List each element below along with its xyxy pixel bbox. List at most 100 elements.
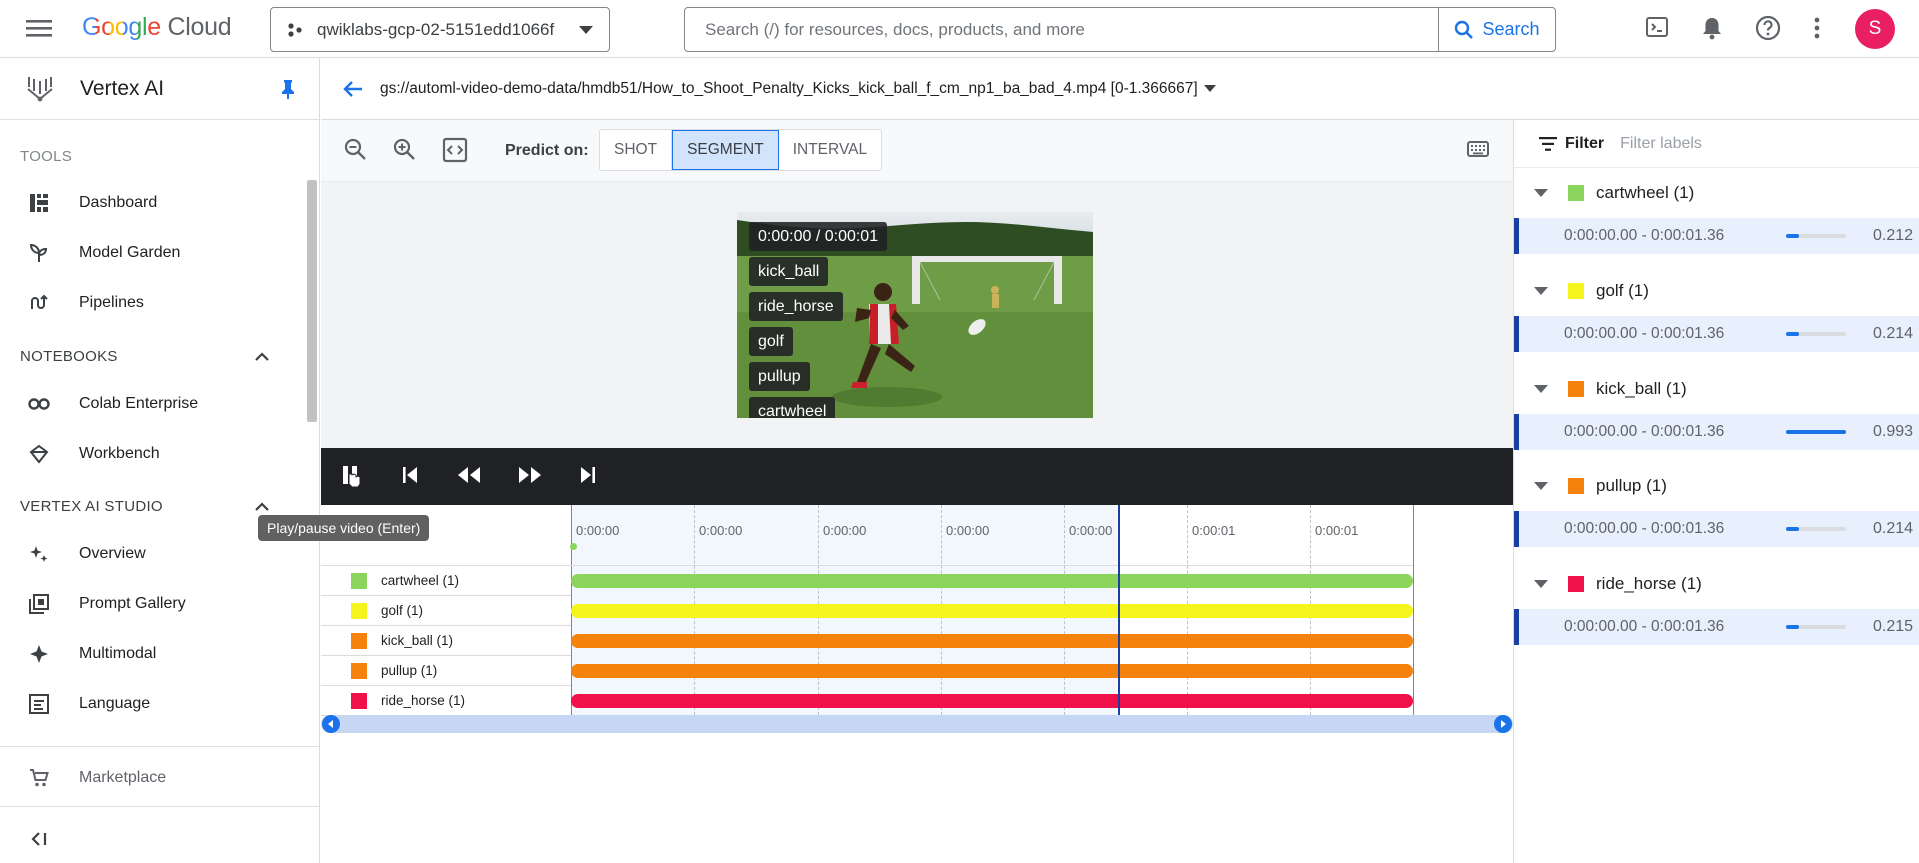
sidebar-item-colab-enterprise[interactable]: Colab Enterprise (0, 382, 300, 426)
expand-triangle-icon[interactable] (1534, 580, 1548, 588)
track-segment-bar[interactable] (571, 694, 1413, 708)
fast-forward-icon[interactable] (517, 464, 543, 486)
zoom-in-icon[interactable] (392, 137, 416, 161)
track-segment-bar[interactable] (571, 574, 1413, 588)
zoom-out-icon[interactable] (343, 137, 367, 161)
rewind-icon[interactable] (456, 464, 482, 486)
help-icon[interactable] (1755, 15, 1781, 41)
sidebar-item-label: Dashboard (79, 194, 158, 211)
label-group-header[interactable]: kick_ball (1) (1514, 364, 1919, 414)
confidence-score: 0.212 (1873, 227, 1914, 244)
collapse-sidebar-icon[interactable] (30, 831, 48, 847)
filter-labels-input[interactable]: Filter labels (1620, 135, 1702, 153)
timeline-tick: 0:00:01 (1315, 523, 1359, 538)
timeline-tick: 0:00:00 (699, 523, 743, 538)
confidence-score: 0.993 (1873, 423, 1914, 440)
search-input[interactable]: Search (/) for resources, docs, products… (685, 20, 1438, 40)
confidence-bar-fill (1786, 234, 1799, 238)
chevron-up-icon[interactable] (255, 502, 269, 511)
search-button[interactable]: Search (1438, 8, 1555, 51)
video-label-chip: golf (749, 327, 793, 356)
sidebar-item-pipelines[interactable]: Pipelines (0, 281, 300, 325)
video-label-chip: pullup (749, 362, 810, 391)
segment-row[interactable]: 0:00:00.00 - 0:00:01.36 0.993 (1514, 414, 1919, 450)
predict-interval-button[interactable]: INTERVAL (779, 130, 881, 170)
track-segment-bar[interactable] (571, 604, 1413, 618)
more-options-icon[interactable] (1812, 15, 1822, 41)
filter-icon[interactable] (1539, 136, 1557, 151)
expand-triangle-icon[interactable] (1534, 385, 1548, 393)
cart-icon (28, 767, 50, 789)
sidebar-item-workbench[interactable]: Workbench (0, 432, 300, 476)
scroll-left-icon[interactable] (322, 715, 340, 733)
skip-to-end-icon[interactable] (578, 464, 598, 486)
chevron-down-icon[interactable] (1203, 85, 1216, 92)
label-group-header[interactable]: pullup (1) (1514, 461, 1919, 511)
sidebar-item-label: Language (79, 695, 151, 712)
back-arrow-icon[interactable] (343, 80, 363, 98)
label-group-header[interactable]: golf (1) (1514, 266, 1919, 316)
label-group-header[interactable]: cartwheel (1) (1514, 168, 1919, 218)
sidebar-item-label: Prompt Gallery (79, 595, 186, 612)
timeline: 0:00:00 0:00:00 0:00:00 0:00:00 0:00:00 … (321, 505, 1513, 733)
track-segment-bar[interactable] (571, 634, 1413, 648)
notebooks-section-header[interactable]: NOTEBOOKS (20, 348, 118, 365)
sidebar-scrollbar[interactable] (307, 180, 317, 422)
sidebar-item-label: Colab Enterprise (79, 395, 199, 412)
notifications-icon[interactable] (1700, 15, 1724, 41)
avatar[interactable]: S (1855, 9, 1895, 49)
sidebar-item-marketplace[interactable]: Marketplace (0, 756, 300, 800)
confidence-bar-fill (1786, 430, 1846, 434)
expand-triangle-icon[interactable] (1534, 189, 1548, 197)
segment-row[interactable]: 0:00:00.00 - 0:00:01.36 0.215 (1514, 609, 1919, 645)
pin-icon[interactable] (279, 79, 297, 99)
sidebar-item-prompt-gallery[interactable]: Prompt Gallery (0, 582, 300, 626)
keyboard-shortcuts-icon[interactable] (1467, 141, 1489, 157)
vertex-ai-studio-section-header[interactable]: VERTEX AI STUDIO (20, 498, 163, 515)
sidebar-item-language[interactable]: Language (0, 682, 300, 726)
path-bar: gs://automl-video-demo-data/hmdb51/How_t… (321, 58, 1919, 120)
confidence-bar (1786, 234, 1846, 238)
confidence-bar-fill (1786, 625, 1799, 629)
expand-triangle-icon[interactable] (1534, 287, 1548, 295)
segment-row[interactable]: 0:00:00.00 - 0:00:01.36 0.214 (1514, 316, 1919, 352)
tools-section-label: TOOLS (20, 148, 73, 165)
divider (0, 746, 319, 747)
timeline-playhead[interactable] (1118, 505, 1121, 715)
predict-segment-button[interactable]: SEGMENT (672, 130, 779, 170)
sidebar-item-model-garden[interactable]: Model Garden (0, 231, 300, 275)
chevron-up-icon[interactable] (255, 352, 269, 361)
video-player[interactable]: 0:00:00 / 0:00:01 kick_ball ride_horse g… (737, 212, 1093, 418)
segment-row[interactable]: 0:00:00.00 - 0:00:01.36 0.212 (1514, 218, 1919, 254)
project-picker[interactable]: qwiklabs-gcp-02-5151edd1066f (270, 7, 610, 52)
cloud-shell-icon[interactable] (1645, 15, 1669, 39)
track-color-swatch (351, 662, 367, 679)
predict-shot-button[interactable]: SHOT (600, 130, 673, 170)
track-row: kick_ball (1) (321, 626, 571, 656)
google-cloud-logo[interactable]: Google Cloud (82, 13, 232, 42)
label-group-header[interactable]: ride_horse (1) (1514, 559, 1919, 609)
expand-triangle-icon[interactable] (1534, 482, 1548, 490)
sidebar-item-multimodal[interactable]: Multimodal (0, 632, 300, 676)
scroll-right-icon[interactable] (1494, 715, 1512, 733)
multimodal-icon (28, 643, 50, 665)
skip-to-start-icon[interactable] (400, 464, 420, 486)
confidence-bar-fill (1786, 527, 1799, 531)
search-box[interactable]: Search (/) for resources, docs, products… (684, 7, 1556, 52)
confidence-bar (1786, 625, 1846, 629)
sidebar-item-overview[interactable]: Overview (0, 532, 300, 576)
label-color-swatch (1568, 381, 1584, 397)
filter-bar: Filter Filter labels (1514, 120, 1919, 168)
segment-row[interactable]: 0:00:00.00 - 0:00:01.36 0.214 (1514, 511, 1919, 547)
play-pause-button[interactable] (341, 464, 363, 488)
track-segment-bar[interactable] (571, 664, 1413, 678)
confidence-bar-fill (1786, 332, 1799, 336)
main-menu-icon[interactable] (26, 17, 52, 39)
timeline-scrollbar[interactable] (321, 715, 1513, 733)
track-label: kick_ball (1) (381, 633, 454, 648)
track-row: golf (1) (321, 596, 571, 626)
confidence-score: 0.215 (1873, 618, 1914, 635)
confidence-score: 0.214 (1873, 325, 1914, 342)
fit-view-icon[interactable] (442, 137, 468, 163)
sidebar-item-dashboard[interactable]: Dashboard (0, 181, 300, 225)
